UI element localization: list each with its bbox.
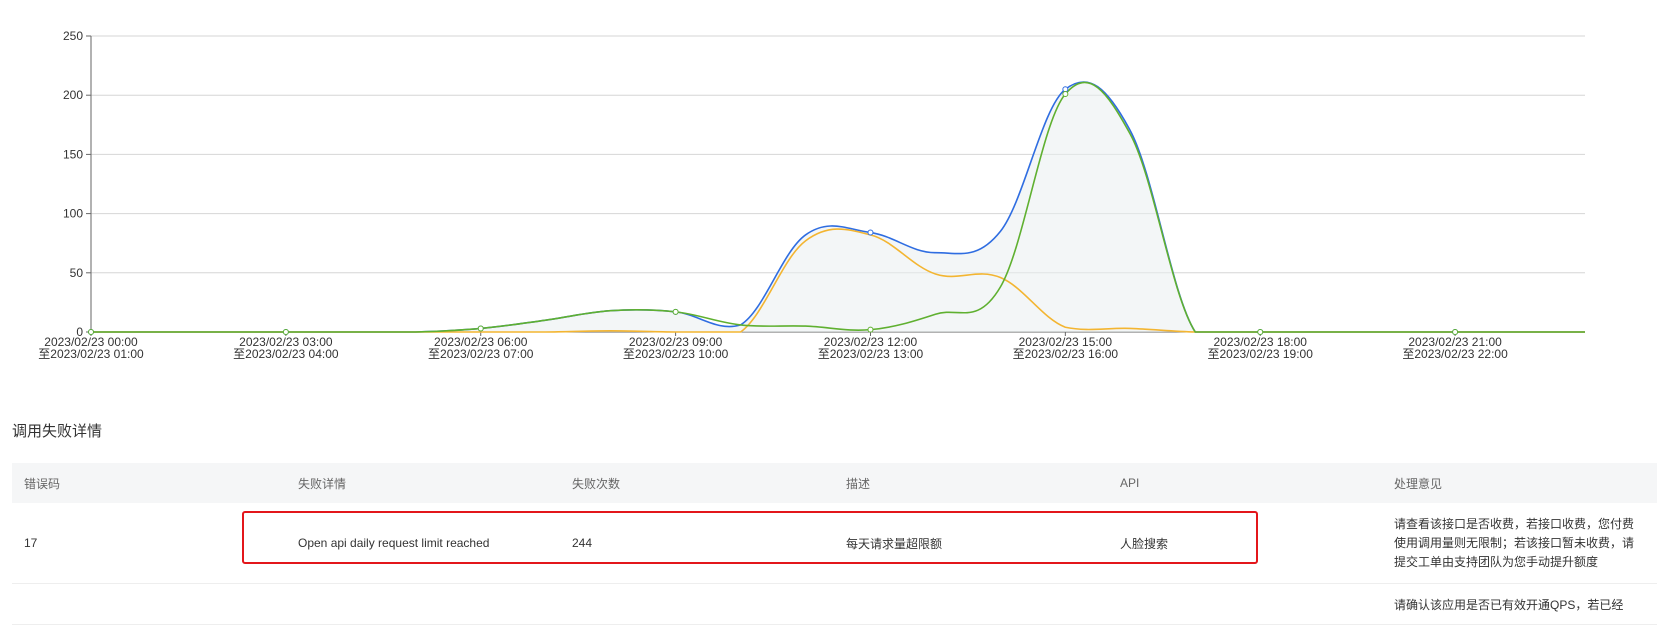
column-header-suggestion: 处理意见 bbox=[1394, 476, 1443, 491]
failure-details-title: 调用失败详情 bbox=[12, 423, 103, 440]
data-point bbox=[282, 329, 289, 335]
data-point bbox=[1257, 329, 1264, 335]
table-header-row: 错误码 失败详情 失败次数 描述 API 处理意见 bbox=[12, 463, 1657, 503]
x-tick-label-range: 至2023/02/23 07:00 bbox=[428, 347, 534, 361]
series-area bbox=[91, 81, 1585, 332]
column-header-error-code: 错误码 bbox=[24, 476, 61, 491]
data-point bbox=[477, 325, 484, 332]
x-tick-label-range: 至2023/02/23 01:00 bbox=[38, 347, 144, 361]
highlight-box bbox=[242, 511, 1258, 564]
y-tick-label: 200 bbox=[63, 88, 83, 102]
table-row: 请确认该应用是否已有效开通QPS，若已经 bbox=[12, 584, 1657, 625]
data-point bbox=[1452, 329, 1459, 335]
x-tick-label-range: 至2023/02/23 16:00 bbox=[1013, 347, 1119, 361]
column-header-failure-count: 失败次数 bbox=[572, 476, 621, 491]
y-tick-label: 50 bbox=[70, 266, 84, 280]
y-tick-label: 150 bbox=[63, 147, 83, 161]
x-tick-label-range: 至2023/02/23 04:00 bbox=[233, 347, 339, 361]
x-tick-label-range: 至2023/02/23 19:00 bbox=[1207, 347, 1313, 361]
cell-suggestion: 请查看该接口是否收费，若接口收费，您付费使用调用量则无限制；若该接口暂未收费，请… bbox=[1394, 516, 1635, 569]
data-point bbox=[672, 308, 679, 315]
cell-suggestion-partial: 请确认该应用是否已有效开通QPS，若已经 bbox=[1394, 598, 1624, 612]
line-chart: 0501001502002502023/02/23 00:00至2023/02/… bbox=[38, 29, 1585, 361]
data-point bbox=[1062, 91, 1069, 98]
x-tick-label-range: 至2023/02/23 13:00 bbox=[818, 347, 924, 361]
x-tick-label-range: 至2023/02/23 10:00 bbox=[623, 347, 729, 361]
data-point bbox=[867, 326, 874, 333]
data-point bbox=[867, 229, 874, 236]
x-tick-label-range: 至2023/02/23 22:00 bbox=[1402, 347, 1508, 361]
data-point bbox=[88, 329, 94, 335]
column-header-failure-detail: 失败详情 bbox=[298, 476, 347, 491]
column-header-api: API bbox=[1120, 476, 1140, 490]
y-tick-label: 100 bbox=[63, 207, 83, 221]
column-header-description: 描述 bbox=[846, 476, 871, 491]
y-tick-label: 250 bbox=[63, 29, 83, 43]
